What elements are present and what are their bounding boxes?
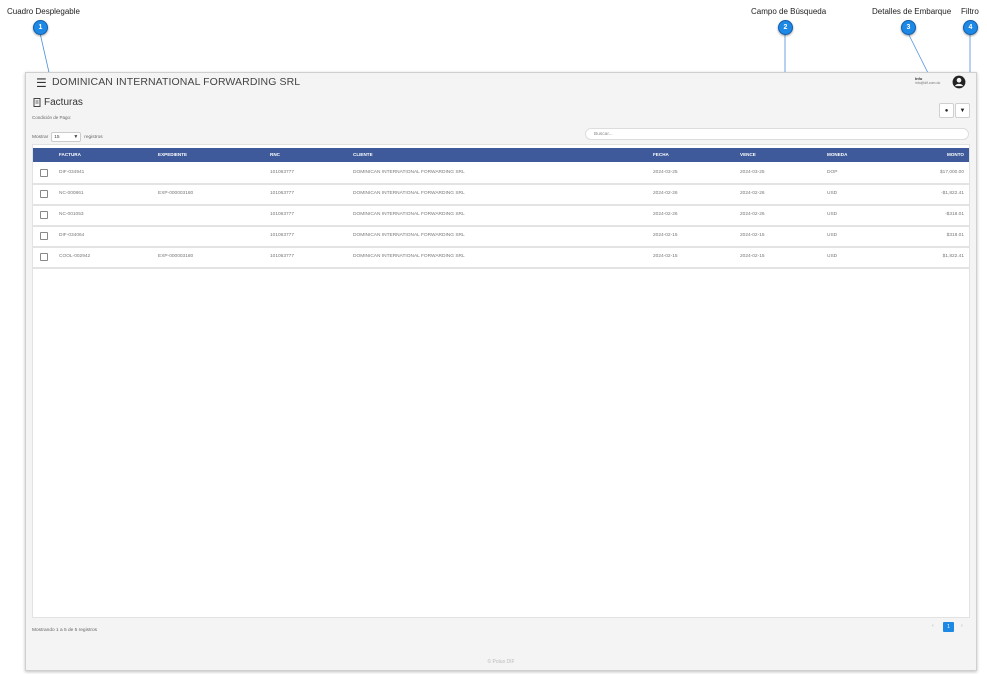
cell-moneda: USD	[827, 212, 838, 217]
cell-rnc: 101063777	[270, 212, 295, 217]
cell-moneda: DOP	[827, 170, 838, 175]
callout-label-3: Detalles de Embarque	[872, 7, 952, 16]
table-row[interactable]: COOL-002942 EXP-000003180 101063777 DOMI…	[33, 249, 969, 269]
col-header-expediente[interactable]: EXPEDIENTE	[158, 152, 187, 157]
cell-cliente: DOMINICAN INTERNATIONAL FORWARDING SRL	[353, 254, 465, 259]
callout-label-2: Campo de Búsqueda	[751, 7, 827, 16]
cell-monto: -$1,822.41	[941, 191, 964, 196]
page-length-control: Mostrar 15 ▼ registros	[32, 132, 103, 142]
copyright: © Polus DIF	[487, 659, 515, 665]
invoice-icon	[33, 98, 41, 107]
cell-rnc: 101063777	[270, 233, 295, 238]
table-row[interactable]: NC-001053 101063777 DOMINICAN INTERNATIO…	[33, 207, 969, 227]
search-input[interactable]: Buscar...	[585, 128, 969, 140]
callout-badge-2: 2	[778, 20, 793, 35]
table-row[interactable]: DIF-034064 101063777 DOMINICAN INTERNATI…	[33, 228, 969, 248]
top-bar: ☰ DOMINICAN INTERNATIONAL FORWARDING SRL…	[26, 73, 976, 93]
company-name: DOMINICAN INTERNATIONAL FORWARDING SRL	[52, 76, 301, 88]
cell-rnc: 101063777	[270, 254, 295, 259]
col-header-cliente[interactable]: CLIENTE	[353, 152, 373, 157]
row-checkbox[interactable]	[40, 211, 48, 219]
cell-factura: NC-000861	[59, 191, 84, 196]
page-length-select[interactable]: 15 ▼	[51, 132, 82, 142]
page-1-button[interactable]: 1	[943, 622, 954, 632]
filter-button[interactable]: ▼	[955, 103, 970, 118]
cell-fecha: 2024-02-15	[653, 254, 678, 259]
cell-rnc: 101063777	[270, 170, 295, 175]
col-header-vence[interactable]: VENCE	[740, 152, 756, 157]
cell-rnc: 101063777	[270, 191, 295, 196]
callout-label-4: Filtro	[961, 7, 979, 16]
cell-monto: $17,000.00	[939, 170, 964, 175]
cell-expediente: EXP-000003180	[158, 254, 194, 259]
row-checkbox[interactable]	[40, 253, 48, 261]
details-icon: ●	[944, 107, 949, 114]
row-checkbox[interactable]	[40, 190, 48, 198]
row-checkbox[interactable]	[40, 232, 48, 240]
page-title: Facturas	[33, 97, 83, 108]
table-header: FACTURA EXPEDIENTE RNC CLIENTE FECHA VEN…	[33, 148, 969, 162]
invoice-table: FACTURA EXPEDIENTE RNC CLIENTE FECHA VEN…	[32, 144, 970, 618]
cell-monto: -$318.01	[945, 212, 964, 217]
cell-factura: NC-001053	[59, 212, 84, 217]
cell-monto: $1,822.41	[942, 254, 964, 259]
col-header-moneda[interactable]: MONEDA	[827, 152, 847, 157]
menu-icon[interactable]: ☰	[36, 76, 47, 90]
cell-fecha: 2024-02-26	[653, 191, 678, 196]
app-window: ☰ DOMINICAN INTERNATIONAL FORWARDING SRL…	[25, 72, 977, 671]
shipment-details-button[interactable]: ●	[939, 103, 954, 118]
callout-badge-3: 3	[901, 20, 916, 35]
cell-cliente: DOMINICAN INTERNATIONAL FORWARDING SRL	[353, 170, 465, 175]
page-title-text: Facturas	[44, 97, 83, 108]
show-label: Mostrar	[32, 134, 49, 140]
cell-expediente: EXP-000003180	[158, 191, 194, 196]
cell-cliente: DOMINICAN INTERNATIONAL FORWARDING SRL	[353, 233, 465, 238]
chevron-down-icon: ▼	[73, 134, 79, 140]
row-checkbox[interactable]	[40, 169, 48, 177]
cell-vence: 2024-02-26	[740, 212, 765, 217]
avatar-icon[interactable]	[952, 75, 966, 89]
cell-monto: $318.01	[946, 233, 964, 238]
prev-page-button[interactable]: ‹	[932, 623, 934, 629]
cell-cliente: DOMINICAN INTERNATIONAL FORWARDING SRL	[353, 212, 465, 217]
table-info: Mostrando 1 a 5 de 5 registros	[32, 628, 98, 633]
cell-fecha: 2024-03-25	[653, 170, 678, 175]
page-length-value: 15	[54, 134, 60, 140]
cell-moneda: USD	[827, 233, 838, 238]
cell-fecha: 2024-02-15	[653, 233, 678, 238]
cell-vence: 2024-02-26	[740, 191, 765, 196]
filter-icon: ▼	[959, 107, 966, 114]
col-header-rnc[interactable]: RNC	[270, 152, 280, 157]
col-header-factura[interactable]: FACTURA	[59, 152, 81, 157]
records-label: registros	[84, 134, 103, 140]
next-page-button[interactable]: ›	[961, 623, 963, 629]
cell-factura: DIF-034064	[59, 233, 85, 238]
cell-cliente: DOMINICAN INTERNATIONAL FORWARDING SRL	[353, 191, 465, 196]
callout-label-1: Cuadro Desplegable	[7, 7, 80, 16]
cell-moneda: USD	[827, 191, 838, 196]
callout-badge-1: 1	[33, 20, 48, 35]
table-row[interactable]: NC-000861 EXP-000003180 101063777 DOMINI…	[33, 186, 969, 206]
callout-badge-4: 4	[963, 20, 978, 35]
user-email: info@dif.com.do	[915, 81, 941, 85]
cell-vence: 2024-03-25	[740, 170, 765, 175]
table-row[interactable]: DIF-034941 101063777 DOMINICAN INTERNATI…	[33, 165, 969, 185]
col-header-monto[interactable]: MONTO	[947, 152, 964, 157]
payment-condition-label: Condición de Pago:	[32, 115, 72, 120]
cell-vence: 2024-02-15	[740, 233, 765, 238]
col-header-fecha[interactable]: FECHA	[653, 152, 669, 157]
cell-factura: DIF-034941	[59, 170, 85, 175]
cell-vence: 2024-02-15	[740, 254, 765, 259]
cell-moneda: USD	[827, 254, 838, 259]
cell-factura: COOL-002942	[59, 254, 91, 259]
cell-fecha: 2024-02-26	[653, 212, 678, 217]
